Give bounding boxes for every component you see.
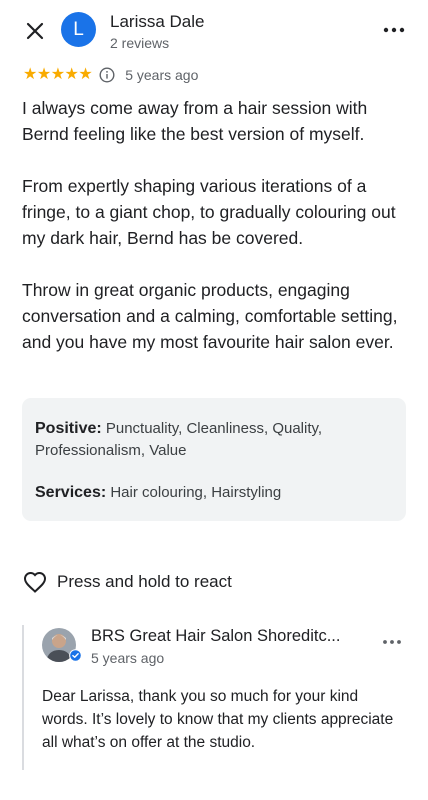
react-button[interactable]: Press and hold to react [23,570,232,594]
review-paragraph: I always come away from a hair session w… [22,98,368,144]
reviewer-review-count: 2 reviews [110,35,170,51]
verified-badge-icon [69,649,82,662]
review-attributes-box: Positive: Punctuality, Cleanliness, Qual… [22,398,406,521]
review-paragraph: Throw in great organic products, engagin… [22,280,398,352]
reviewer-avatar[interactable]: L [61,12,96,47]
more-horizontal-icon [383,27,405,33]
close-icon [26,22,44,40]
info-icon[interactable] [99,67,115,83]
positive-attributes: Positive: Punctuality, Cleanliness, Qual… [35,418,393,462]
review-text: I always come away from a hair session w… [22,95,412,355]
services-attributes: Services: Hair colouring, Hairstyling [35,482,393,504]
services-value: Hair colouring, Hairstyling [110,484,282,501]
review-timestamp: 5 years ago [125,67,199,83]
heart-outline-icon [23,571,47,593]
more-options-button[interactable] [382,20,406,40]
rating-row: ★★★★★ 5 years ago [23,66,198,84]
review-paragraph: From expertly shaping various iterations… [22,176,396,248]
reviewer-name[interactable]: Larissa Dale [110,12,205,32]
react-label: Press and hold to react [57,572,232,591]
owner-reply-text: Dear Larissa, thank you so much for your… [42,688,394,751]
star-rating: ★★★★★ [23,66,93,83]
services-label: Services: [35,484,107,501]
owner-reply: BRS Great Hair Salon Shoreditc... 5 year… [22,625,412,770]
close-button[interactable] [22,18,48,44]
more-horizontal-icon [383,640,401,644]
owner-reply-more-button[interactable] [382,634,402,650]
review-header: L Larissa Dale 2 reviews [0,0,428,62]
owner-name[interactable]: BRS Great Hair Salon Shoreditc... [91,627,371,646]
positive-label: Positive: [35,420,102,437]
owner-reply-timestamp: 5 years ago [91,650,165,666]
